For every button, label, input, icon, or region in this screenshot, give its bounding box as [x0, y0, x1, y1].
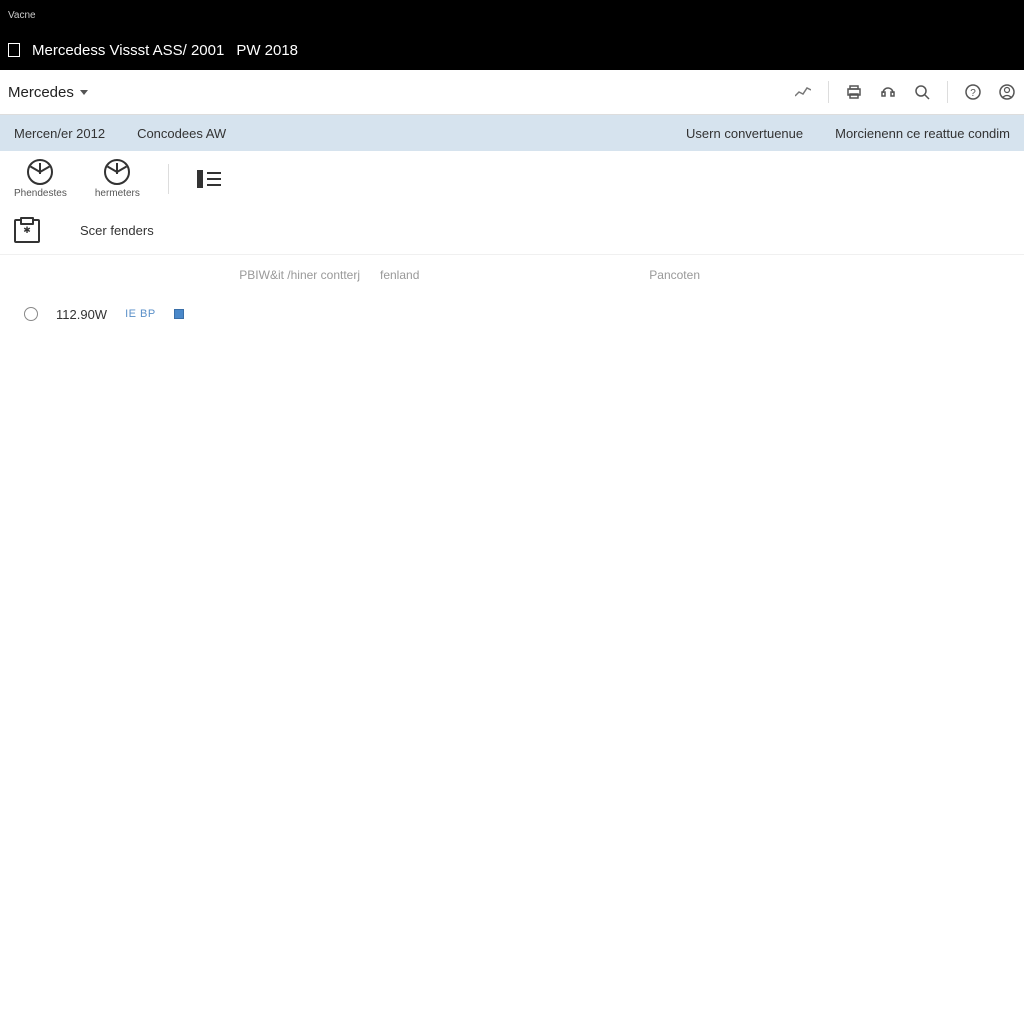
row-badge: IE BP [125, 308, 156, 320]
col-header-3: Pancoten [520, 268, 700, 282]
separator [828, 81, 829, 103]
tab-concodees[interactable]: Concodees AW [137, 126, 226, 141]
separator [947, 81, 948, 103]
headset-icon[interactable] [879, 83, 897, 101]
section-title: Scer fenders [80, 223, 154, 238]
topbar-label: Vacne [8, 10, 36, 21]
title-part2: PW 2018 [236, 42, 298, 59]
row-value: 112.90W [56, 307, 107, 322]
chart-icon[interactable] [794, 83, 812, 101]
svg-text:?: ? [970, 88, 976, 99]
link-usern[interactable]: Usern convertuenue [686, 126, 803, 141]
topbar: Vacne [0, 0, 1024, 30]
tile-label: hermeters [95, 188, 140, 199]
chevron-down-icon [80, 90, 88, 95]
document-icon [8, 43, 20, 57]
radio-button[interactable] [24, 307, 38, 321]
subnav: Mercen/er 2012 Concodees AW Usern conver… [0, 115, 1024, 151]
link-morcienenn[interactable]: Morcienenn ce reattue condim [835, 126, 1010, 141]
separator [168, 164, 169, 194]
search-icon[interactable] [913, 83, 931, 101]
status-badge-icon [174, 309, 184, 319]
icon-toolbar: Phendestes hermeters [0, 151, 1024, 207]
titlebar: Mercedess Vissst ASS/ 2001 PW 2018 [0, 30, 1024, 70]
column-headers: PBIW&it /hiner contterj fenland Pancoten [0, 255, 1024, 295]
user-icon[interactable] [998, 83, 1016, 101]
section-header: Scer fenders [0, 207, 1024, 255]
tile-label: Phendestes [14, 188, 67, 199]
nav-icons: ? [794, 81, 1016, 103]
mercedes-logo-icon [27, 159, 53, 185]
navbar: Mercedes ? [0, 70, 1024, 115]
mercedes-logo-icon [104, 159, 130, 185]
col-header-1: PBIW&it /hiner contterj [0, 268, 380, 282]
table-row[interactable]: 112.90W IE BP [0, 295, 1024, 333]
subnav-left: Mercen/er 2012 Concodees AW [14, 126, 226, 141]
brand-label: Mercedes [8, 84, 74, 101]
list-icon[interactable] [197, 170, 221, 188]
print-icon[interactable] [845, 83, 863, 101]
subnav-right: Usern convertuenue Morcienenn ce reattue… [686, 126, 1010, 141]
help-icon[interactable]: ? [964, 83, 982, 101]
tile-phendestes[interactable]: Phendestes [14, 159, 67, 199]
tile-hermeters[interactable]: hermeters [95, 159, 140, 199]
title-part1: Mercedess Vissst ASS/ 2001 [32, 42, 224, 59]
clipboard-icon[interactable] [14, 219, 40, 243]
brand-dropdown[interactable]: Mercedes [8, 84, 88, 101]
tab-mercener[interactable]: Mercen/er 2012 [14, 126, 105, 141]
col-header-2: fenland [380, 268, 520, 282]
